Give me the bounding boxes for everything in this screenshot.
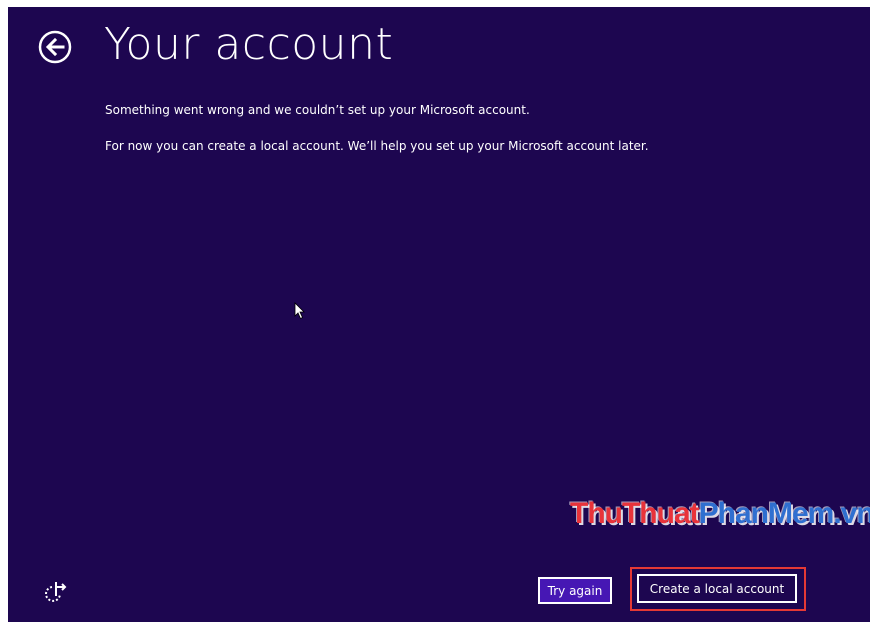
- watermark-logo: ThuThuatPhanMem.vn: [570, 497, 870, 530]
- info-message: For now you can create a local account. …: [105, 139, 649, 153]
- oobe-screen: Your account Something went wrong and we…: [8, 7, 870, 622]
- mouse-pointer-icon: [294, 302, 305, 320]
- ease-of-access-icon: [45, 582, 67, 602]
- back-button[interactable]: [38, 30, 72, 64]
- create-local-account-button[interactable]: Create a local account: [637, 574, 797, 603]
- try-again-label: Try again: [547, 583, 603, 598]
- try-again-button[interactable]: Try again: [538, 577, 612, 604]
- page-title: Your account: [104, 19, 394, 70]
- back-arrow-icon: [38, 30, 72, 64]
- ease-of-access-button[interactable]: [44, 579, 68, 603]
- error-message: Something went wrong and we couldn’t set…: [105, 103, 530, 117]
- create-local-account-label: Create a local account: [649, 581, 785, 596]
